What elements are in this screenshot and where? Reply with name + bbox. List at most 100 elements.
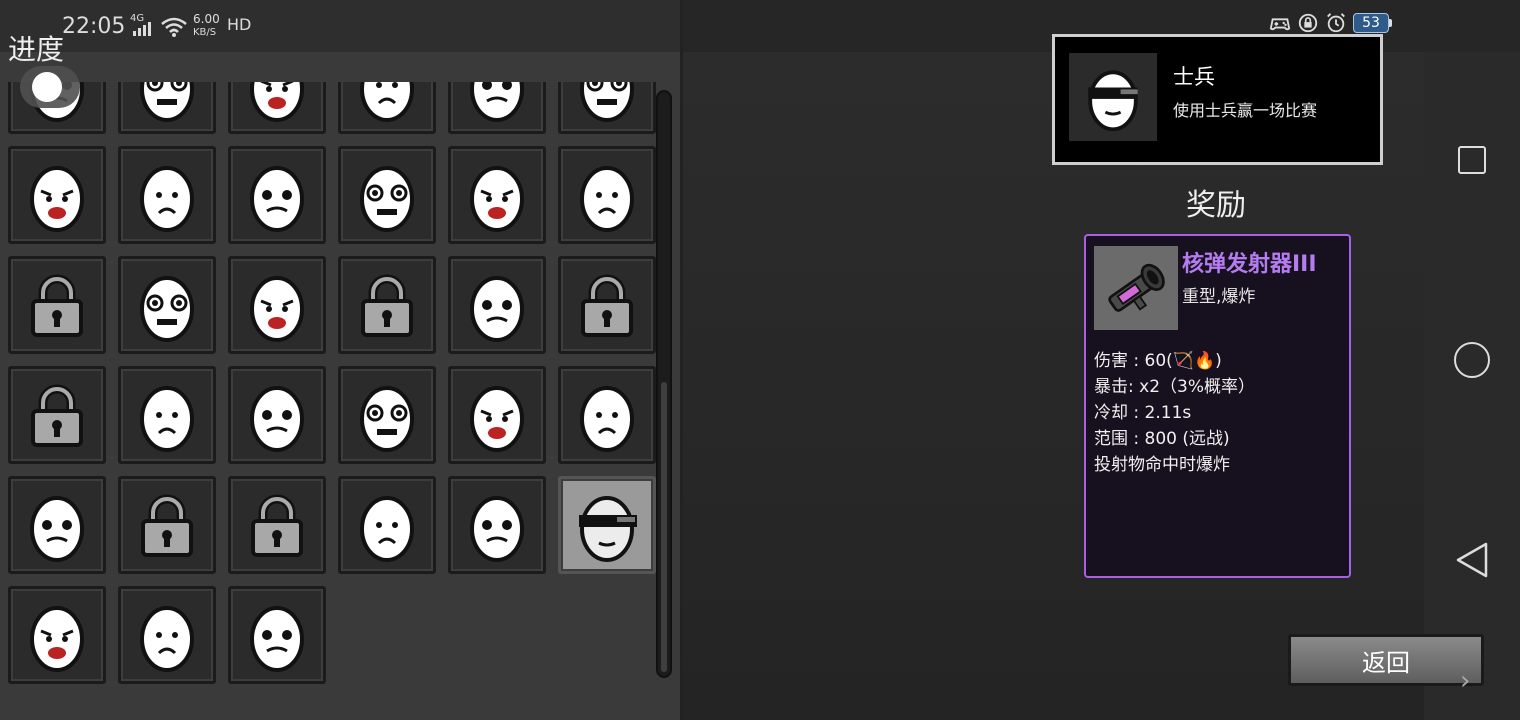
character-slot[interactable] (118, 586, 216, 684)
toggle-knob[interactable] (32, 72, 62, 102)
stat-range: 范围 : 800 (远战) (1094, 429, 1230, 449)
lock-icon (251, 494, 303, 557)
character-slot[interactable] (8, 146, 106, 244)
lock-icon (31, 384, 83, 447)
character-grid (8, 82, 656, 684)
character-egg-icon (30, 166, 84, 232)
lock-icon (581, 274, 633, 337)
status-icons-right: 53 (1269, 12, 1392, 34)
character-slot[interactable] (448, 146, 546, 244)
character-egg-icon (250, 606, 304, 672)
character-egg-icon (250, 386, 304, 452)
character-egg-icon (360, 166, 414, 232)
character-egg-icon (140, 276, 194, 342)
character-egg-icon (580, 82, 634, 122)
battery-tip (1389, 19, 1392, 27)
stat-crit: 暴击: x2（3%概率） (1094, 377, 1255, 397)
character-egg-icon (470, 496, 524, 562)
stat-damage: 伤害 : 60(🏹🔥) (1094, 351, 1222, 371)
character-egg-icon (250, 276, 304, 342)
character-slot[interactable] (338, 366, 436, 464)
character-slot[interactable] (228, 256, 326, 354)
character-slot[interactable] (118, 256, 216, 354)
character-egg-icon (580, 166, 634, 232)
weapon-stats: 伤害 : 60(🏹🔥) 暴击: x2（3%概率） 冷却 : 2.11s 范围 :… (1094, 348, 1255, 478)
character-slot[interactable] (338, 82, 436, 134)
character-egg-icon (140, 166, 194, 232)
character-egg-icon (140, 386, 194, 452)
character-egg-icon (579, 496, 637, 562)
character-slot[interactable] (8, 476, 106, 574)
rocket-launcher-icon (1108, 263, 1165, 312)
chevron-right-icon[interactable]: › (1460, 666, 1470, 696)
character-slot[interactable] (558, 476, 656, 574)
character-slot[interactable] (118, 146, 216, 244)
locked-character-slot[interactable] (228, 476, 326, 574)
hd-badge: HD (227, 15, 252, 34)
scrollbar-thumb[interactable] (661, 382, 667, 672)
character-slot[interactable] (228, 146, 326, 244)
lock-icon (141, 494, 193, 557)
locked-character-slot[interactable] (8, 256, 106, 354)
character-slot[interactable] (558, 82, 656, 134)
recent-apps-icon[interactable] (1458, 146, 1486, 174)
home-icon[interactable] (1454, 342, 1490, 378)
character-egg-icon (250, 166, 304, 232)
reward-title: 奖励 (1186, 188, 1246, 223)
character-egg-icon (30, 496, 84, 562)
locked-character-slot[interactable] (8, 366, 106, 464)
stat-effect: 投射物命中时爆炸 (1094, 455, 1230, 475)
alarm-icon (1327, 13, 1345, 33)
panel-title: 进度 (8, 33, 65, 66)
character-slot[interactable] (448, 366, 546, 464)
character-egg-icon (470, 386, 524, 452)
soldier-avatar (1069, 53, 1157, 141)
character-grid-viewport[interactable] (0, 82, 660, 720)
weapon-image (1094, 246, 1178, 330)
weapon-type: 重型,爆炸 (1182, 287, 1256, 307)
character-slot[interactable] (338, 146, 436, 244)
character-slot[interactable] (228, 586, 326, 684)
character-egg-icon (360, 496, 414, 562)
lock-icon (31, 274, 83, 337)
character-slot[interactable] (118, 366, 216, 464)
character-slot[interactable] (558, 146, 656, 244)
character-slot[interactable] (338, 476, 436, 574)
character-egg-icon (250, 82, 304, 122)
lock-icon (361, 274, 413, 337)
character-egg-icon (140, 82, 194, 122)
achievement-name: 士兵 (1173, 65, 1215, 89)
lock-rotate-icon (1298, 13, 1318, 33)
character-slot[interactable] (228, 82, 326, 134)
signal-icon (133, 22, 151, 36)
reward-card: 核弹发射器III 重型,爆炸 伤害 : 60(🏹🔥) 暴击: x2（3%概率） … (1084, 234, 1351, 578)
speed-unit: KB/S (193, 27, 217, 38)
character-egg-icon (470, 276, 524, 342)
locked-character-slot[interactable] (558, 256, 656, 354)
scrollbar[interactable] (656, 90, 672, 678)
character-slot[interactable] (448, 256, 546, 354)
character-slot[interactable] (8, 586, 106, 684)
character-slot[interactable] (448, 82, 546, 134)
back-nav-icon[interactable] (1454, 540, 1490, 580)
locked-character-slot[interactable] (338, 256, 436, 354)
battery-icon: 53 (1353, 13, 1389, 33)
character-egg-icon (470, 166, 524, 232)
character-slot[interactable] (228, 366, 326, 464)
character-slot[interactable] (448, 476, 546, 574)
achievement-card: 士兵 使用士兵赢一场比赛 (1052, 34, 1383, 165)
character-egg-icon (470, 82, 524, 122)
speed-value: 6.00 (193, 12, 220, 26)
back-button[interactable]: 返回 (1288, 634, 1484, 686)
locked-character-slot[interactable] (118, 476, 216, 574)
stat-cooldown: 冷却 : 2.11s (1094, 403, 1192, 423)
status-time: 22:05 (62, 14, 126, 39)
weapon-name: 核弹发射器III (1182, 252, 1317, 277)
character-egg-icon (30, 606, 84, 672)
character-egg-icon (580, 386, 634, 452)
character-slot[interactable] (118, 82, 216, 134)
character-slot[interactable] (558, 366, 656, 464)
wifi-icon (161, 17, 187, 37)
character-egg-icon (140, 606, 194, 672)
soldier-egg-icon (1088, 70, 1138, 132)
